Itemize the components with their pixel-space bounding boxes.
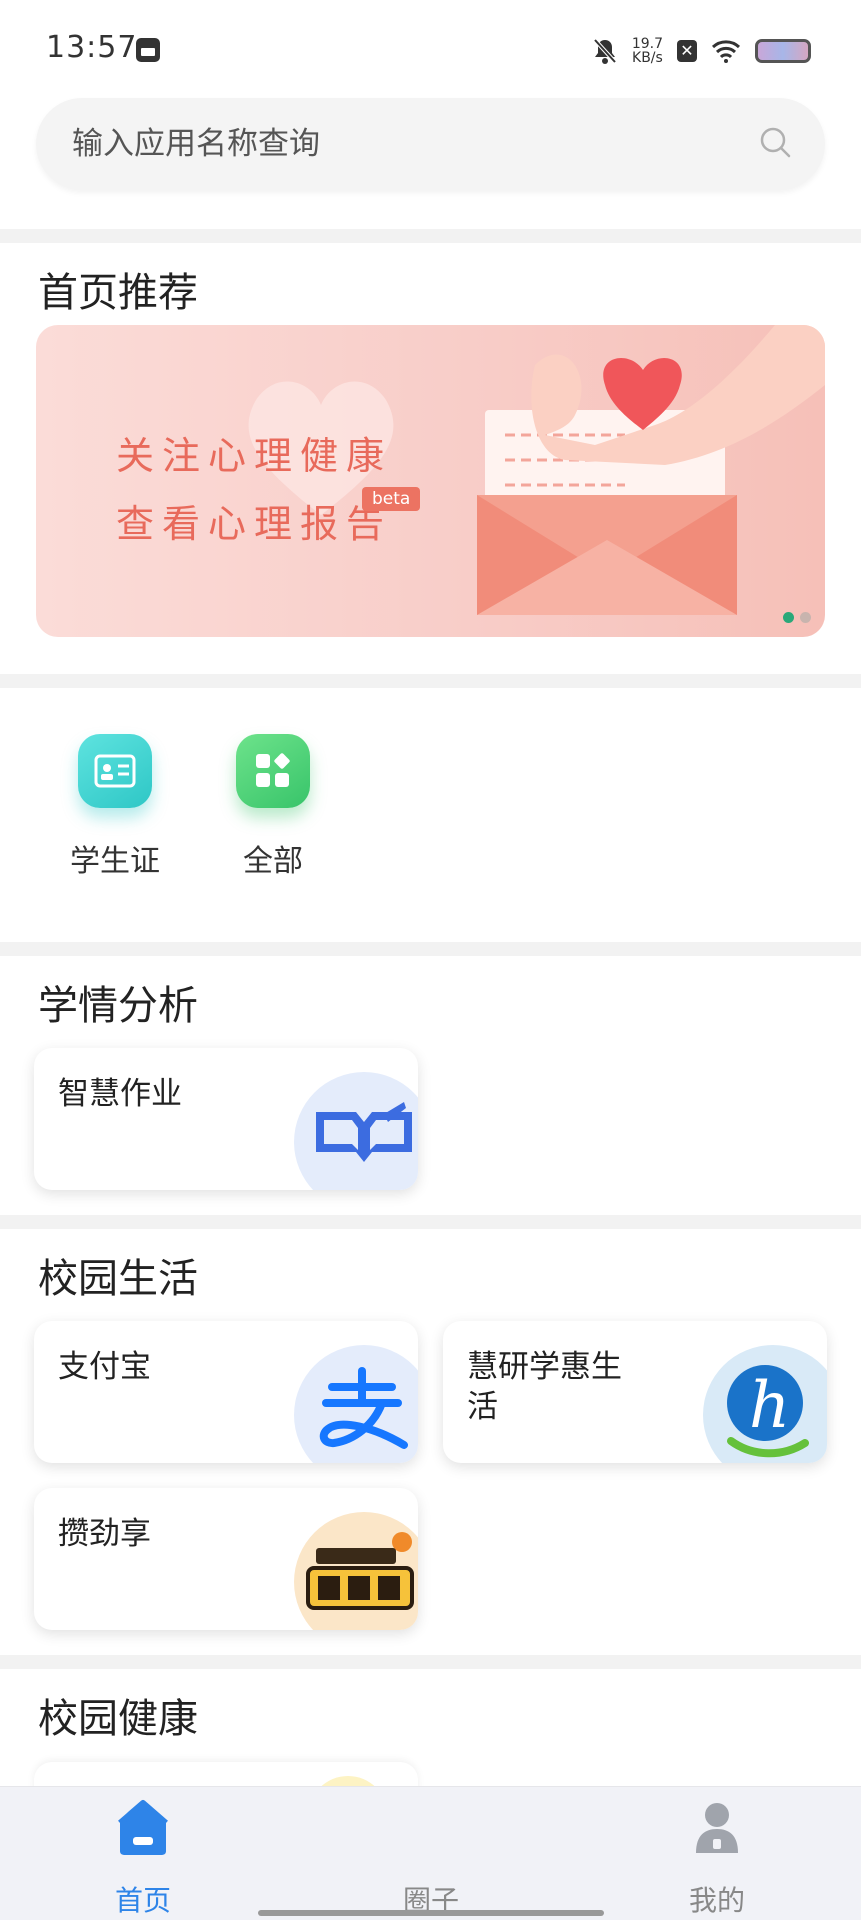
campus-life-title: 校园生活 bbox=[38, 1256, 198, 1302]
banner-line2: 查看心理报告 bbox=[116, 502, 393, 546]
campus-health-title: 校园健康 bbox=[38, 1696, 198, 1742]
nav-home[interactable]: 首页 bbox=[73, 1799, 213, 1919]
mute-bell-icon bbox=[593, 38, 617, 64]
card-title: 支付宝 bbox=[58, 1349, 151, 1385]
search-bar[interactable] bbox=[36, 98, 825, 190]
home-indicator[interactable] bbox=[258, 1910, 604, 1916]
heart-envelope-illustration bbox=[477, 325, 825, 615]
home-icon bbox=[116, 1799, 170, 1857]
notification-icon bbox=[136, 38, 160, 62]
bottom-nav: 首页 圈子 我的 bbox=[0, 1786, 861, 1920]
quick-app-all[interactable]: 全部 bbox=[198, 734, 348, 880]
quick-app-label: 学生证 bbox=[70, 844, 160, 879]
battery-icon bbox=[755, 39, 811, 63]
recommend-banner[interactable]: 关注心理健康 查看心理报告 beta bbox=[36, 325, 825, 637]
net-speed: 19.7 KB/s bbox=[632, 37, 663, 65]
divider bbox=[0, 229, 861, 243]
card-title: 攒劲享 bbox=[58, 1516, 151, 1552]
student-card-icon bbox=[78, 734, 152, 808]
search-input[interactable] bbox=[72, 122, 712, 166]
recommend-title: 首页推荐 bbox=[38, 270, 198, 316]
nav-label: 我的 bbox=[688, 1884, 745, 1917]
analysis-title: 学情分析 bbox=[38, 983, 198, 1029]
divider bbox=[0, 942, 861, 956]
circle-icon bbox=[404, 1799, 458, 1857]
net-speed-value: 19.7 bbox=[631, 36, 663, 52]
h-logo-icon: h bbox=[703, 1345, 827, 1463]
user-icon bbox=[690, 1799, 744, 1857]
status-icons: 19.7 KB/s ✕ bbox=[592, 34, 811, 68]
card-smart-homework[interactable]: 智慧作业 bbox=[34, 1048, 418, 1190]
card-zanjinxiang[interactable]: 攒劲享 bbox=[34, 1488, 418, 1630]
nav-circle[interactable]: 圈子 bbox=[361, 1799, 501, 1919]
quick-app-label: 全部 bbox=[243, 844, 303, 879]
card-title: 智慧作业 bbox=[58, 1076, 182, 1112]
pagination-dot[interactable] bbox=[800, 612, 811, 623]
net-speed-unit: KB/s bbox=[632, 50, 663, 66]
card-huiyanxue[interactable]: 慧研学惠生活 h bbox=[443, 1321, 827, 1463]
search-icon[interactable] bbox=[759, 126, 791, 158]
wifi-icon bbox=[711, 40, 741, 63]
book-icon bbox=[294, 1072, 418, 1190]
beta-badge: beta bbox=[362, 487, 421, 511]
svg-text:h: h bbox=[749, 1369, 790, 1443]
divider bbox=[0, 1215, 861, 1229]
card-alipay[interactable]: 支付宝 bbox=[34, 1321, 418, 1463]
divider bbox=[0, 674, 861, 688]
banner-pagination bbox=[783, 612, 811, 623]
card-title: 慧研学惠生活 bbox=[467, 1349, 622, 1425]
zanjinxiang-logo-icon bbox=[294, 1512, 418, 1630]
status-time: 13:57 bbox=[46, 30, 138, 65]
grid-apps-icon bbox=[236, 734, 310, 808]
sim-icon: ✕ bbox=[677, 40, 697, 62]
pagination-dot-active[interactable] bbox=[783, 612, 794, 623]
banner-line1: 关注心理健康 bbox=[116, 434, 393, 478]
nav-label: 首页 bbox=[114, 1884, 171, 1917]
quick-app-student-card[interactable]: 学生证 bbox=[40, 734, 190, 880]
divider bbox=[0, 1655, 861, 1669]
alipay-icon bbox=[294, 1345, 418, 1463]
nav-mine[interactable]: 我的 bbox=[647, 1799, 787, 1919]
status-bar: 13:57 19.7 KB/s ✕ bbox=[0, 0, 861, 100]
